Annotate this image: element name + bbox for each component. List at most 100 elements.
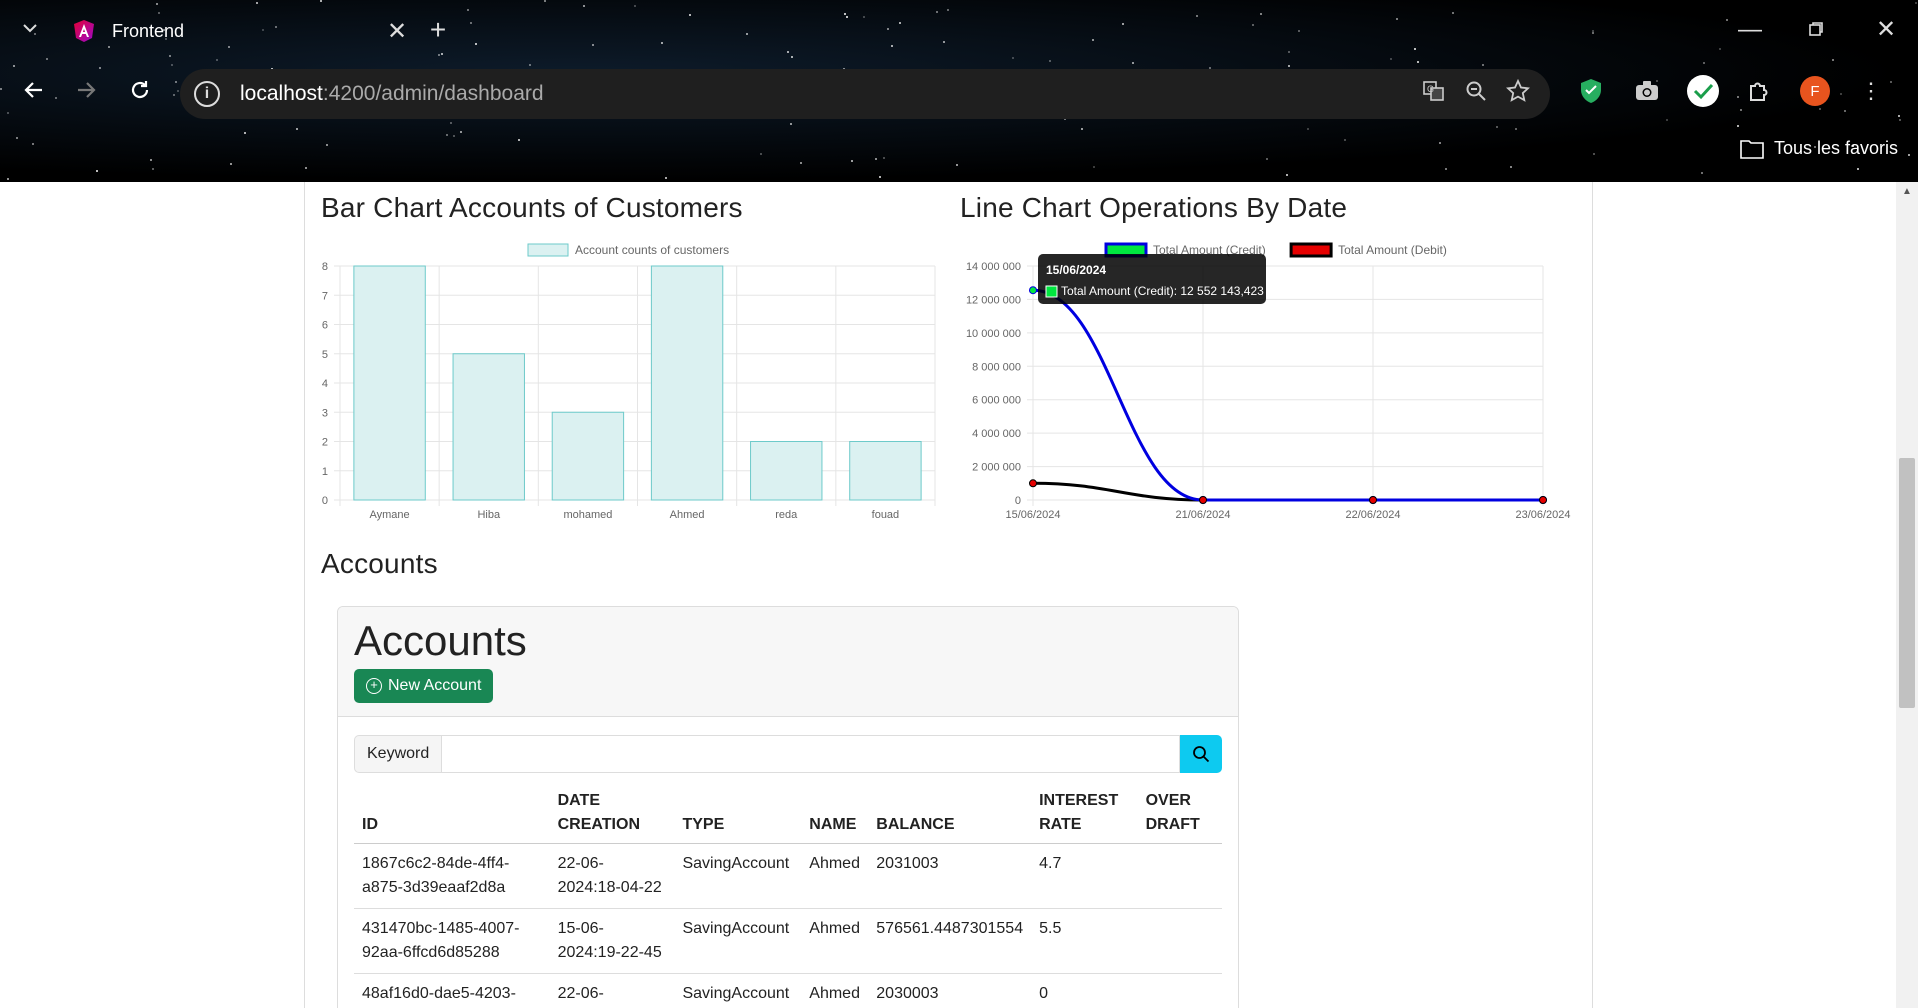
star bbox=[1592, 32, 1594, 34]
search-button[interactable] bbox=[1180, 735, 1222, 773]
tab-search-chevron-icon[interactable] bbox=[10, 10, 50, 50]
star bbox=[1196, 15, 1198, 17]
star bbox=[1093, 166, 1095, 168]
star bbox=[256, 2, 258, 4]
cell-over-draft bbox=[1137, 973, 1222, 1008]
column-header-name: NAME bbox=[801, 783, 869, 844]
star bbox=[441, 53, 443, 55]
table-row[interactable]: 431470bc-1485-4007-92aa-6ffcd6d85288 15-… bbox=[354, 908, 1222, 974]
all-bookmarks-button[interactable]: Tous les favoris bbox=[1740, 138, 1898, 159]
close-window-icon[interactable]: ✕ bbox=[1866, 10, 1906, 50]
scrollbar-thumb[interactable] bbox=[1899, 458, 1915, 708]
cell-name: Ahmed bbox=[801, 843, 869, 909]
cell-over-draft bbox=[1137, 908, 1222, 974]
star bbox=[1719, 48, 1721, 50]
star bbox=[1666, 119, 1668, 121]
bookmarks-label: Tous les favoris bbox=[1773, 138, 1898, 158]
star bbox=[1260, 13, 1262, 15]
bar-y-tick-label: 5 bbox=[322, 349, 328, 361]
back-icon[interactable] bbox=[14, 74, 54, 114]
search-form: Keyword bbox=[354, 735, 1222, 773]
scroll-up-arrow-icon[interactable]: ▲ bbox=[1896, 186, 1918, 197]
star bbox=[169, 55, 171, 57]
star bbox=[1899, 119, 1901, 121]
star bbox=[1737, 125, 1739, 127]
zoom-icon[interactable] bbox=[1464, 79, 1488, 109]
line-y-axis-ticks: 0 2 000 000 4 000 000 6 000 000 8 000 000 10 … bbox=[966, 261, 1021, 507]
line-chart-title: Line Chart Operations By Date bbox=[960, 192, 1348, 223]
translate-icon[interactable]: G bbox=[1422, 79, 1446, 109]
content-right-border bbox=[1592, 182, 1593, 1008]
bar-x-tick-label: Hiba bbox=[477, 509, 501, 521]
accounts-section-title: Accounts bbox=[321, 548, 438, 579]
column-header-over-draft: OVER DRAFT bbox=[1137, 783, 1222, 844]
address-bar[interactable]: i localhost:4200/admin/dashboard G bbox=[180, 69, 1550, 119]
search-icon bbox=[1193, 746, 1210, 763]
cell-name: Ahmed bbox=[801, 908, 869, 974]
star bbox=[947, 9, 949, 11]
star bbox=[171, 64, 173, 66]
star bbox=[450, 122, 452, 124]
star bbox=[592, 44, 594, 46]
check-extension-icon[interactable] bbox=[1686, 74, 1720, 108]
browser-tab-frontend[interactable]: Frontend ✕ bbox=[62, 8, 412, 54]
bookmark-star-icon[interactable] bbox=[1505, 78, 1531, 109]
line-y-tick-label: 14 000 000 bbox=[966, 261, 1021, 273]
star bbox=[1132, 62, 1134, 64]
star bbox=[518, 139, 520, 141]
star bbox=[475, 43, 477, 45]
forward-icon[interactable] bbox=[66, 74, 106, 114]
angular-icon bbox=[74, 20, 94, 42]
keyword-input[interactable] bbox=[441, 735, 1180, 773]
line-point bbox=[1029, 286, 1037, 295]
restore-icon[interactable] bbox=[1796, 10, 1836, 50]
puzzle-extensions-icon[interactable] bbox=[1742, 74, 1776, 108]
camera-extension-icon[interactable] bbox=[1630, 74, 1664, 108]
star bbox=[467, 9, 469, 11]
line-point bbox=[1029, 479, 1037, 488]
star bbox=[1452, 12, 1454, 14]
page-scrollbar[interactable]: ▲ bbox=[1896, 182, 1918, 1008]
cell-over-draft bbox=[1137, 843, 1222, 909]
chart-tooltip: 15/06/2024 Total Amount (Credit): 12 552… bbox=[1038, 254, 1266, 304]
dashboard-page: Bar Chart Accounts of Customers Line Cha… bbox=[0, 182, 1918, 1008]
star bbox=[863, 16, 865, 18]
star bbox=[1417, 61, 1419, 63]
accounts-card-title: Accounts bbox=[354, 617, 527, 664]
profile-avatar[interactable]: F bbox=[1798, 74, 1832, 108]
minimize-icon[interactable]: — bbox=[1730, 10, 1770, 50]
star bbox=[1049, 60, 1051, 62]
reload-icon[interactable] bbox=[120, 74, 160, 114]
line-point bbox=[1199, 496, 1207, 504]
new-account-button[interactable]: + New Account bbox=[354, 669, 494, 703]
column-header-balance: BALANCE bbox=[868, 783, 1032, 844]
bar-y-tick-label: 3 bbox=[322, 407, 328, 419]
line-y-tick-label: 2 000 000 bbox=[972, 462, 1021, 474]
line-x-tick-label: 15/06/2024 bbox=[1005, 509, 1060, 521]
cell-balance: 2031003 bbox=[868, 843, 1032, 909]
kebab-menu-icon[interactable]: ⋮ bbox=[1854, 74, 1888, 108]
line-legend-swatch bbox=[1289, 242, 1333, 258]
line-x-tick-label: 21/06/2024 bbox=[1175, 509, 1230, 521]
star bbox=[851, 160, 853, 162]
cell-id: 1867c6c2-84de-4ff4-a875-3d39eaaf2d8a bbox=[354, 843, 550, 909]
star bbox=[887, 28, 889, 30]
table-row[interactable]: 1867c6c2-84de-4ff4-a875-3d39eaaf2d8a 22-… bbox=[354, 843, 1222, 909]
shield-extension-icon[interactable] bbox=[1574, 74, 1608, 108]
star bbox=[1266, 158, 1268, 160]
star bbox=[790, 123, 792, 125]
site-info-icon[interactable]: i bbox=[194, 81, 220, 107]
star bbox=[1515, 128, 1517, 130]
cell-date-creation: 15-06-2024:19-22-45 bbox=[549, 908, 675, 974]
new-tab-icon[interactable]: + bbox=[418, 10, 458, 50]
star bbox=[956, 164, 958, 166]
close-tab-icon[interactable]: ✕ bbox=[382, 17, 412, 46]
star bbox=[1844, 110, 1846, 112]
line-point bbox=[1539, 496, 1547, 504]
star bbox=[1012, 57, 1014, 59]
url-path: :4200/admin/dashboard bbox=[322, 82, 544, 105]
star bbox=[1890, 81, 1892, 83]
bar-ahmed bbox=[650, 265, 724, 501]
table-row[interactable]: 48af16d0-dae5-4203- 22-06- SavingAccount… bbox=[354, 973, 1222, 1008]
star bbox=[7, 112, 9, 114]
